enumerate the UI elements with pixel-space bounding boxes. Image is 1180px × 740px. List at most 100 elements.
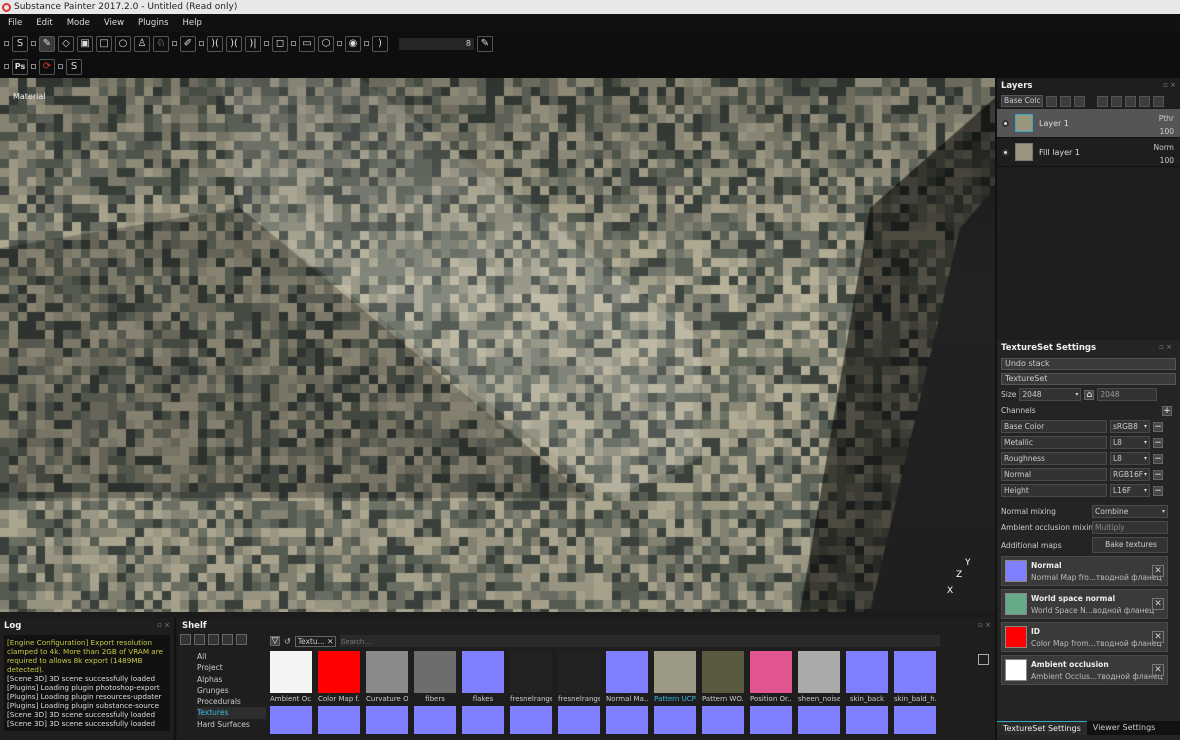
add-folder-icon[interactable] <box>1139 95 1150 107</box>
remove-map-button[interactable]: ✕ <box>1152 631 1164 643</box>
shelf-category[interactable]: Alphas <box>197 674 266 685</box>
channel-format-select[interactable]: sRGB8 <box>1110 420 1150 433</box>
shelf-item[interactable] <box>894 706 936 734</box>
add-layer-icon[interactable] <box>1097 95 1108 107</box>
visibility-icon[interactable] <box>1002 148 1009 156</box>
shelf-item[interactable]: fresnelranges2 <box>558 651 600 706</box>
shelf-item[interactable] <box>654 706 696 734</box>
3d-viewport[interactable]: Material Y Z X <box>0 78 995 612</box>
channel-format-select[interactable]: RGB16F <box>1110 468 1150 481</box>
shelf-category[interactable]: All <box>197 651 266 662</box>
shelf-item[interactable]: fresnelranges <box>510 651 552 706</box>
ao-mixing-select[interactable]: Multiply <box>1092 521 1168 534</box>
paint-brush-tool[interactable]: ✎ <box>39 35 55 52</box>
shelf-category[interactable]: Hard Surfaces <box>197 719 266 730</box>
eraser-tool[interactable]: ◇ <box>58 35 74 52</box>
shelf-category[interactable]: Procedurals <box>197 696 266 707</box>
tab-textureset-settings[interactable]: TextureSet Settings <box>997 721 1087 735</box>
layer-opacity[interactable]: 100 <box>1159 125 1174 138</box>
panel-controls[interactable]: ▫ × <box>978 621 991 630</box>
shelf-item[interactable]: skin_back <box>846 651 888 706</box>
shelf-item[interactable]: flakes <box>462 651 504 706</box>
shelf-settings-icon[interactable] <box>222 634 233 645</box>
filter-icon[interactable]: ▽ <box>270 636 280 646</box>
layer-row[interactable]: Layer 1 Pthr 100 <box>997 109 1180 138</box>
add-mask-icon[interactable] <box>1060 95 1071 107</box>
panel-controls[interactable]: ▫ × <box>1159 343 1172 352</box>
shelf-item[interactable] <box>462 706 504 734</box>
shelf-item[interactable] <box>606 706 648 734</box>
material-picker-tool[interactable]: ♘ <box>153 35 169 52</box>
filter-chip[interactable]: Textu... ✕ <box>294 635 337 647</box>
additional-map-item[interactable]: ID Color Map from...тводной фланец ✕ <box>1001 622 1168 652</box>
menu-help[interactable]: Help <box>183 18 202 28</box>
shelf-item[interactable] <box>366 706 408 734</box>
symmetry-axis-icon[interactable]: )| <box>245 35 261 52</box>
blend-mode[interactable]: Norm <box>1154 141 1174 154</box>
lazy-mouse-icon[interactable]: ) <box>372 35 388 52</box>
lock-icon[interactable]: ⌂ <box>1084 389 1095 400</box>
shelf-item[interactable]: fibers <box>414 651 456 706</box>
tab-viewer-settings[interactable]: Viewer Settings <box>1087 721 1162 735</box>
size-select[interactable]: 2048 <box>1019 388 1082 401</box>
screenshot-icon[interactable]: ◉ <box>345 35 361 52</box>
substance-icon[interactable]: S <box>12 35 28 52</box>
shelf-item[interactable]: Curvature O... <box>366 651 408 706</box>
remove-map-button[interactable]: ✕ <box>1152 664 1164 676</box>
smudge-tool[interactable]: ○ <box>115 35 131 52</box>
shelf-item[interactable] <box>798 706 840 734</box>
layer-opacity[interactable]: 100 <box>1154 154 1174 167</box>
shelf-category[interactable]: Project <box>197 662 266 673</box>
substance-source-icon[interactable]: S <box>66 58 82 75</box>
channel-format-select[interactable]: L8 <box>1110 436 1150 449</box>
projection-tool[interactable]: ▣ <box>77 35 93 52</box>
brush-settings-icon[interactable] <box>1074 95 1085 107</box>
additional-map-item[interactable]: World space normal World Space N...водной… <box>1001 589 1168 619</box>
shelf-item[interactable] <box>750 706 792 734</box>
add-fill-layer-icon[interactable] <box>1111 95 1122 107</box>
grid-view-icon[interactable] <box>978 654 989 665</box>
shelf-item[interactable] <box>270 706 312 734</box>
reset-icon[interactable]: ↺ <box>284 637 291 646</box>
add-channel-button[interactable]: + <box>1162 405 1172 416</box>
export-icon[interactable] <box>236 634 247 645</box>
shelf-item[interactable]: Color Map f... <box>318 651 360 706</box>
shelf-item[interactable]: sheen_noise <box>798 651 840 706</box>
add-mask-generator-icon[interactable] <box>1125 95 1136 107</box>
panel-controls[interactable]: ▫ × <box>1163 81 1176 90</box>
blend-mode[interactable]: Pthr <box>1159 112 1174 125</box>
remove-channel-button[interactable]: − <box>1153 421 1163 432</box>
menu-view[interactable]: View <box>104 18 124 28</box>
remove-map-button[interactable]: ✕ <box>1152 565 1164 577</box>
shelf-item[interactable] <box>510 706 552 734</box>
menu-edit[interactable]: Edit <box>36 18 52 28</box>
undo-stack-button[interactable]: Undo stack <box>1001 358 1176 370</box>
remove-map-button[interactable]: ✕ <box>1152 598 1164 610</box>
channel-format-select[interactable]: L16F <box>1110 484 1150 497</box>
resources-updater-icon[interactable]: ⟳ <box>39 58 55 75</box>
camera-icon[interactable]: ▭ <box>299 35 315 52</box>
shelf-category[interactable]: Textures <box>197 707 266 719</box>
shelf-item[interactable]: Pattern UCP <box>654 651 696 706</box>
shelf-item[interactable] <box>318 706 360 734</box>
channel-format-select[interactable]: L8 <box>1110 452 1150 465</box>
visibility-icon[interactable] <box>1002 119 1009 127</box>
menu-plugins[interactable]: Plugins <box>138 18 168 28</box>
clone-tool[interactable]: ♙ <box>134 35 150 52</box>
brush-size-slider[interactable]: 8 <box>399 37 474 50</box>
layer-row[interactable]: Fill layer 1 Norm 100 <box>997 138 1180 167</box>
delete-layer-icon[interactable] <box>1153 95 1164 107</box>
shelf-item[interactable] <box>846 706 888 734</box>
pencil-icon[interactable]: ✎ <box>477 35 493 52</box>
shelf-item[interactable] <box>558 706 600 734</box>
import-icon[interactable] <box>194 634 205 645</box>
folder-icon[interactable] <box>180 634 191 645</box>
symmetry-mirror-icon[interactable]: )( <box>226 35 242 52</box>
new-shelf-icon[interactable] <box>208 634 219 645</box>
shelf-item[interactable]: skin_bald_h... <box>894 651 936 706</box>
panel-controls[interactable]: ▫ × <box>157 621 170 630</box>
channel-select[interactable]: Base Colc <box>1001 95 1043 107</box>
textureset-button[interactable]: TextureSet <box>1001 373 1176 385</box>
menu-mode[interactable]: Mode <box>67 18 90 28</box>
add-effect-icon[interactable] <box>1046 95 1057 107</box>
